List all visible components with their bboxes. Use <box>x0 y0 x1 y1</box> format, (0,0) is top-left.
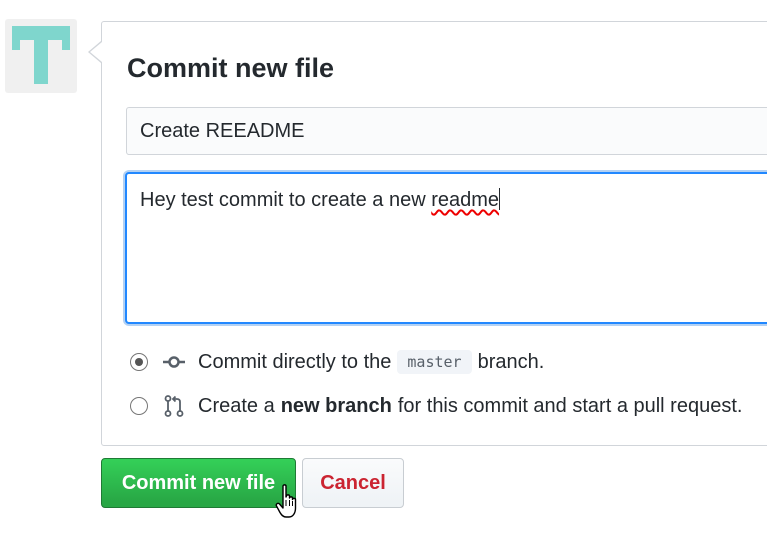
new-branch-suffix: for this commit and start a pull request… <box>397 394 743 417</box>
git-pull-request-icon <box>162 394 186 418</box>
misspelled-word: readme <box>431 189 500 211</box>
commit-direct-option[interactable]: Commit directly to the master branch. <box>130 347 544 377</box>
commit-form-title: Commit new file <box>127 53 335 83</box>
avatar-identicon <box>12 26 70 84</box>
commit-new-file-button[interactable]: Commit new file <box>101 458 296 508</box>
cancel-button[interactable]: Cancel <box>302 458 404 508</box>
new-branch-radio[interactable] <box>130 397 148 415</box>
new-branch-emphasis: new branch <box>280 394 392 417</box>
branch-name-badge: master <box>397 350 472 374</box>
commit-description-textarea[interactable]: Hey test commit to create a new readme <box>125 172 767 324</box>
commit-direct-suffix: branch. <box>477 350 545 373</box>
hand-pointer-icon <box>275 484 297 518</box>
git-commit-icon <box>162 350 186 374</box>
commit-summary-input[interactable]: Create REEADME <box>126 107 767 155</box>
description-text: Hey test commit to create a new <box>140 189 432 211</box>
new-branch-option[interactable]: Create a new branch for this commit and … <box>130 391 742 421</box>
commit-direct-prefix: Commit directly to the <box>198 350 392 373</box>
avatar[interactable] <box>5 19 77 93</box>
commit-direct-radio[interactable] <box>130 353 148 371</box>
text-cursor <box>499 188 501 210</box>
new-branch-prefix: Create a <box>198 394 275 417</box>
